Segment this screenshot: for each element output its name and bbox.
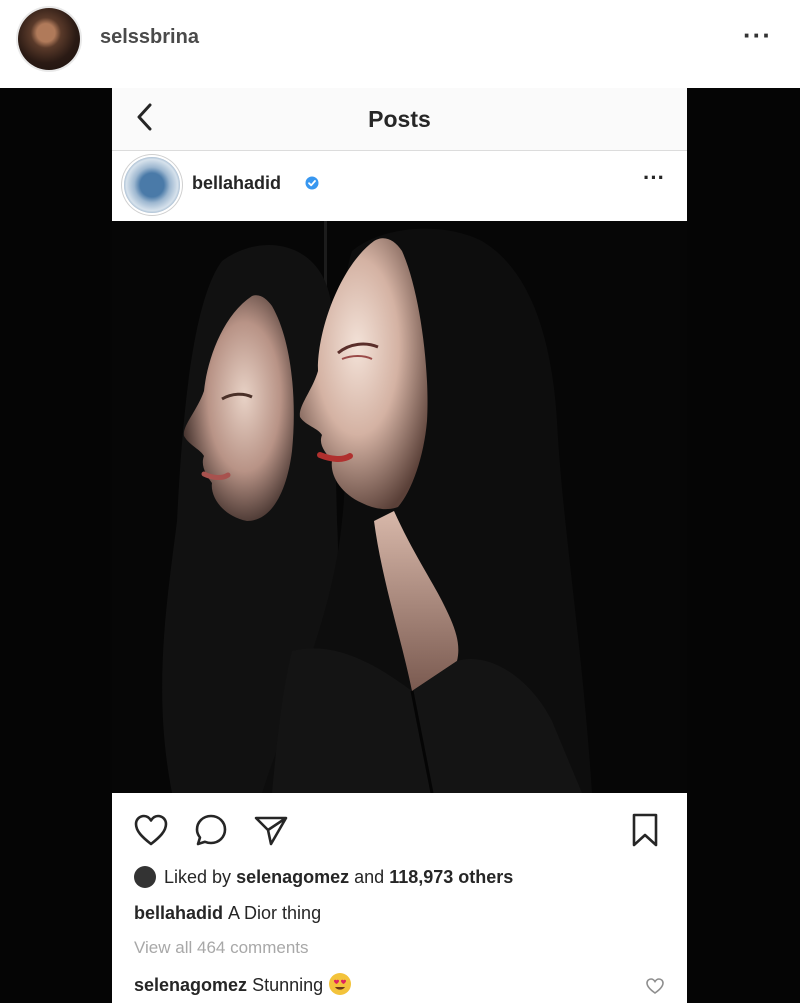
caption-username[interactable]: bellahadid <box>134 903 223 923</box>
post-caption: bellahadid A Dior thing <box>134 903 321 924</box>
comment-icon[interactable] <box>192 811 230 849</box>
caption-text: A Dior thing <box>228 903 322 923</box>
comment-text: Stunning <box>252 975 324 995</box>
share-icon[interactable] <box>252 811 290 849</box>
portrait-photo <box>112 221 687 793</box>
likes-middle: and <box>354 866 385 887</box>
heart-icon[interactable] <box>132 811 170 849</box>
likes-line: Liked by selenagomez and 118,973 others <box>134 866 513 888</box>
post-header: bellahadid ··· <box>112 151 687 219</box>
liker-username[interactable]: selenagomez <box>236 867 349 888</box>
page-title: Posts <box>368 106 431 132</box>
more-options-icon[interactable]: ··· <box>743 20 772 51</box>
likes-prefix: Liked by <box>164 866 232 887</box>
heart-eyes-emoji-icon <box>329 973 352 995</box>
more-options-icon[interactable]: ··· <box>643 165 665 191</box>
post-photo[interactable] <box>112 221 687 793</box>
bookmark-icon[interactable] <box>626 811 664 849</box>
post-actions <box>112 793 687 863</box>
verified-badge-icon <box>305 176 319 190</box>
comment-like-heart-icon[interactable] <box>645 976 665 996</box>
avatar[interactable] <box>124 157 180 213</box>
story-username[interactable]: selssbrina <box>100 26 199 49</box>
post-screenshot: Posts bellahadid ··· Liked by selenagome… <box>112 88 687 1003</box>
story-header: selssbrina ··· <box>0 0 800 88</box>
comment-item: selenagomez Stunning <box>134 973 352 996</box>
avatar[interactable] <box>134 866 156 888</box>
post-username[interactable]: bellahadid <box>192 173 281 194</box>
view-all-comments-link[interactable]: View all 464 comments <box>134 938 309 958</box>
comment-username[interactable]: selenagomez <box>134 975 247 995</box>
avatar[interactable] <box>18 8 80 70</box>
likes-count[interactable]: 118,973 others <box>389 867 513 888</box>
posts-nav-bar: Posts <box>112 88 687 151</box>
